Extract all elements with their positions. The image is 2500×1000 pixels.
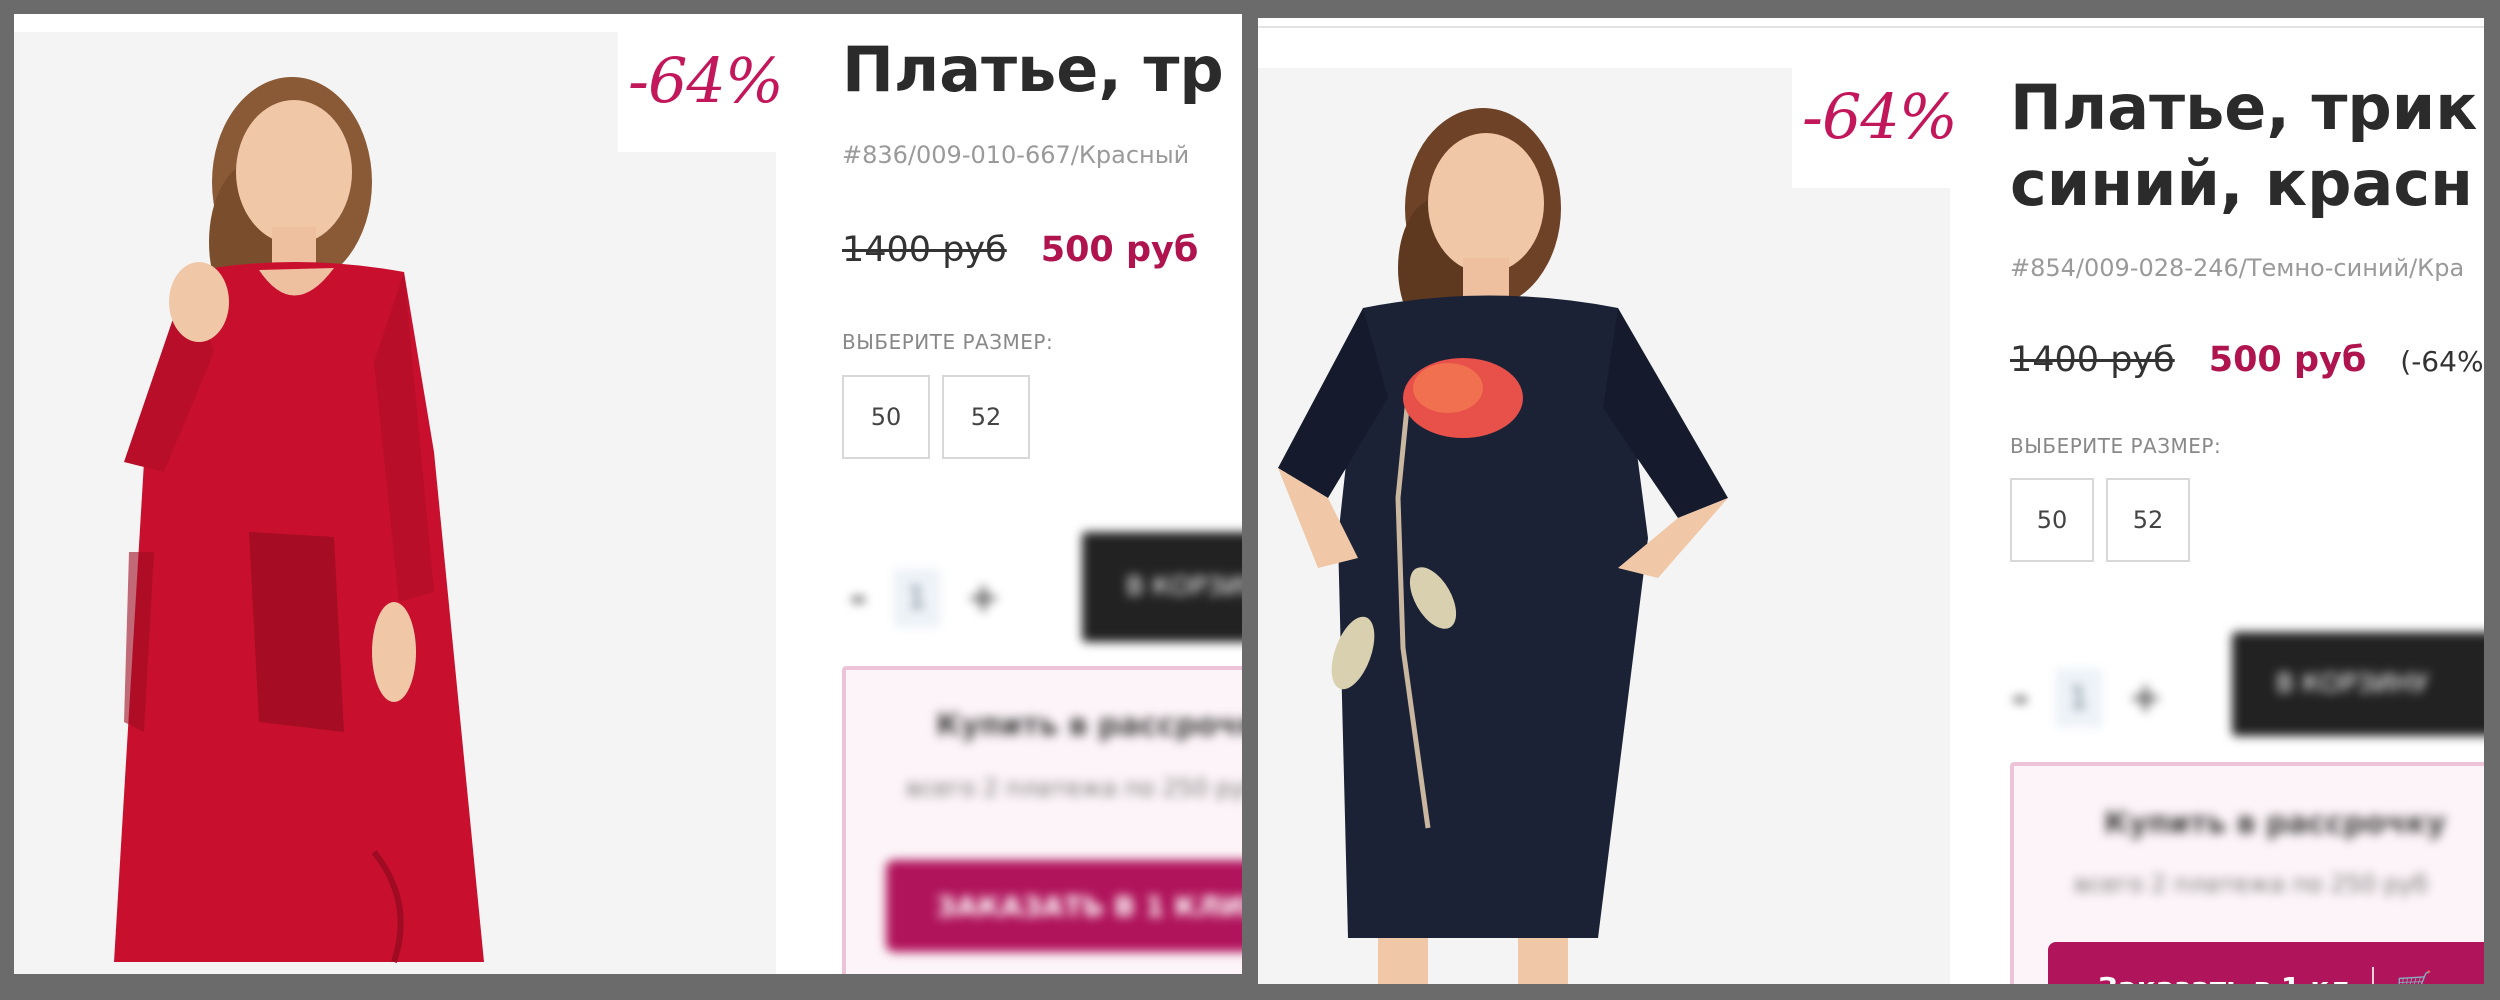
discount-badge: -64% — [1792, 68, 1988, 188]
product-title: Платье, тр — [842, 32, 1224, 108]
product-title: Платье, трик синий, красн — [2010, 70, 2477, 223]
quantity-stepper: - 1 + — [2012, 670, 2162, 726]
qty-minus-button[interactable]: - — [850, 575, 867, 621]
size-label: ВЫБЕРИТЕ РАЗМЕР: — [2010, 434, 2222, 458]
qty-input[interactable]: 1 — [894, 570, 939, 626]
new-price: 500 руб — [1040, 230, 1199, 270]
promo-box: Купить в рассрочку всего 2 платежа по 25… — [2010, 762, 2484, 984]
old-price: 1400 руб — [2010, 340, 2175, 380]
add-to-cart-button[interactable]: В КОРЗИНУ — [2232, 632, 2484, 736]
top-divider — [1258, 18, 2484, 28]
product-sku: #836/009-010-667/Красный — [842, 141, 1190, 169]
promo-title: Купить в рассрочку — [936, 708, 1242, 743]
promo-order-button[interactable]: ЗАКАЗАТЬ В 1 КЛИК — [886, 860, 1242, 952]
new-price: 500 руб — [2208, 340, 2367, 380]
model-illustration — [14, 32, 776, 974]
product-title-line: синий, красн — [2010, 147, 2473, 221]
qty-plus-button[interactable]: + — [967, 575, 1001, 621]
product-sku: #854/009-028-246/Темно-синий/Кра — [2010, 254, 2465, 282]
promo-title: Купить в рассрочку — [2104, 806, 2446, 841]
cart-icon: 🛒 — [2396, 970, 2433, 985]
promo-box: Купить в рассрочку всего 2 платежа по 25… — [842, 666, 1242, 974]
product-title-line: Платье, трик — [2010, 71, 2478, 144]
promo-text: всего 2 платежа по 250 руб — [2074, 870, 2429, 898]
button-divider — [2371, 967, 2374, 984]
model-illustration — [1258, 68, 1950, 984]
promo-text: всего 2 платежа по 250 руб — [906, 774, 1242, 802]
discount-badge: -64% — [618, 32, 814, 152]
discount-percent: (-64%) — [2400, 345, 2484, 378]
qty-minus-button[interactable]: - — [2012, 675, 2029, 721]
qty-plus-button[interactable]: + — [2129, 675, 2163, 721]
size-option-52[interactable]: 52 — [2106, 478, 2190, 562]
quantity-stepper: - 1 + — [850, 570, 1000, 626]
price-row: 1400 руб 500 руб (-64%) — [2010, 340, 2484, 380]
size-option-50[interactable]: 50 — [842, 375, 930, 459]
size-option-52[interactable]: 52 — [942, 375, 1030, 459]
size-options: 50 52 — [842, 375, 1030, 459]
promo-order-button[interactable]: Заказать в 1 кл 🛒 — [2048, 942, 2484, 984]
product-title-line: Платье, тр — [842, 33, 1224, 106]
product-card-right: -64% Платье, трик синий, красн #854/009-… — [1258, 18, 2484, 984]
product-photo[interactable] — [1258, 68, 1950, 984]
size-options: 50 52 — [2010, 478, 2190, 562]
qty-input[interactable]: 1 — [2056, 670, 2101, 726]
size-label: ВЫБЕРИТЕ РАЗМЕР: — [842, 330, 1054, 354]
add-to-cart-button[interactable]: В КОРЗИНУ — [1082, 532, 1242, 642]
product-photo[interactable] — [14, 32, 776, 974]
product-card-left: -64% Платье, тр #836/009-010-667/Красный… — [14, 14, 1242, 974]
promo-order-label: Заказать в 1 кл — [2098, 971, 2350, 985]
size-option-50[interactable]: 50 — [2010, 478, 2094, 562]
price-row: 1400 руб 500 руб — [842, 230, 1198, 270]
old-price: 1400 руб — [842, 230, 1007, 270]
